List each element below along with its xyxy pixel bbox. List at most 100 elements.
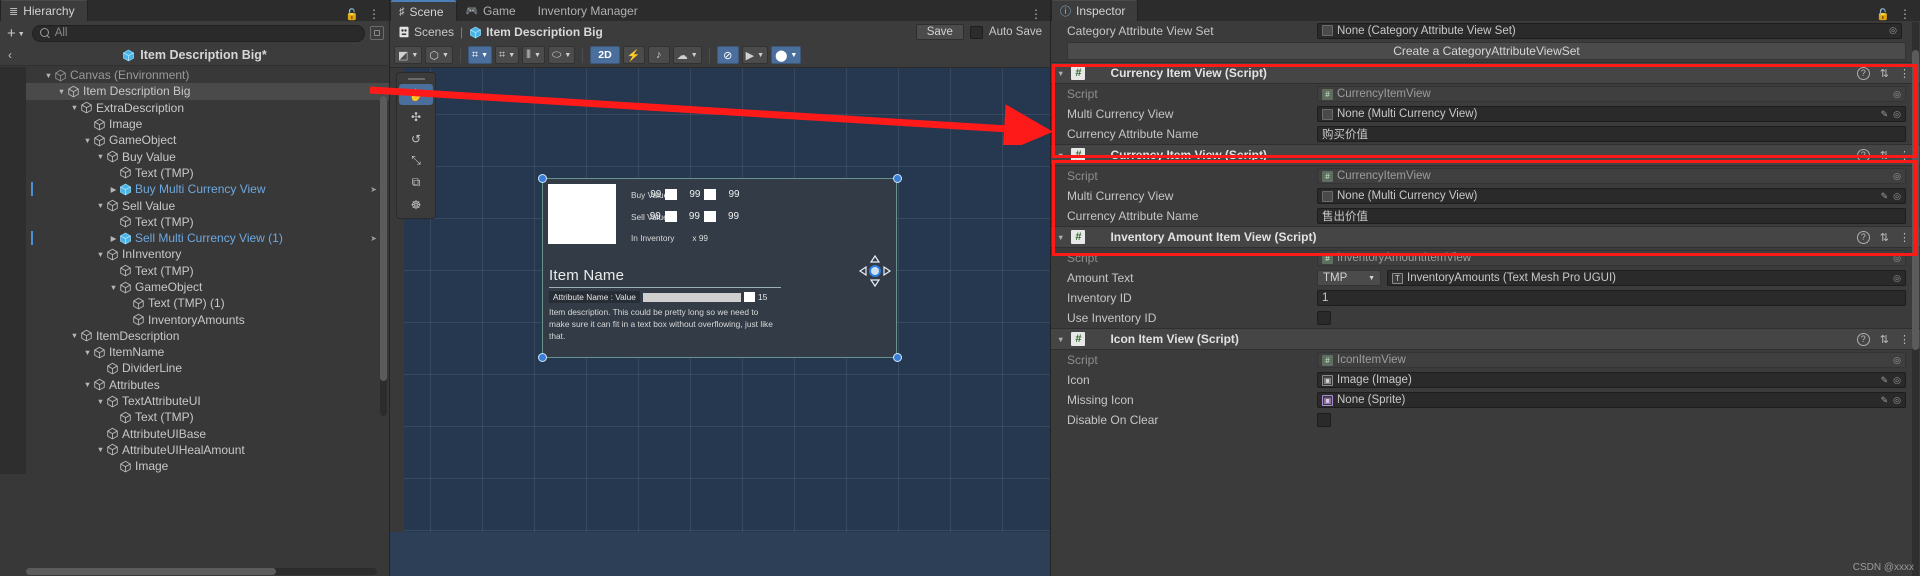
hidden-objects-toggle[interactable]: ⊘ bbox=[716, 46, 739, 64]
rect-handle-top-left[interactable] bbox=[538, 174, 547, 183]
hierarchy-item-gameobject[interactable]: ▼ GameObject bbox=[0, 278, 389, 296]
hierarchy-item-itemname[interactable]: ▼ ItemName bbox=[0, 344, 389, 361]
hierarchy-item-text-tmp[interactable]: Text (TMP) bbox=[0, 213, 389, 230]
create-object-button[interactable]: + ▼ bbox=[5, 25, 27, 42]
overlay-drag-handle[interactable] bbox=[407, 78, 425, 80]
tab-inspector[interactable]: ⓘ Inspector bbox=[1051, 0, 1139, 21]
object-picker-icon[interactable]: ◎ bbox=[1893, 355, 1901, 366]
hierarchy-item-image[interactable]: Image bbox=[0, 115, 389, 133]
object-picker-icon[interactable]: ◎ bbox=[1893, 89, 1901, 100]
gizmos-toggle[interactable]: ⬤ ▼ bbox=[771, 46, 802, 64]
component-tools-dropdown[interactable]: ⬭ ▼ bbox=[547, 46, 576, 64]
draw-mode-dropdown[interactable]: ◩ ▼ bbox=[394, 46, 423, 64]
object-picker-icon[interactable]: ◎ bbox=[1893, 171, 1901, 182]
rect-tool[interactable]: ⧉ bbox=[399, 172, 433, 193]
tab-hierarchy[interactable]: ≣ Hierarchy bbox=[0, 0, 88, 21]
expand-arrow[interactable]: ▼ bbox=[95, 397, 106, 406]
lock-icon[interactable]: 🔓 bbox=[345, 8, 359, 21]
rotate-tool[interactable]: ↺ bbox=[399, 128, 433, 149]
expand-arrow[interactable]: ▼ bbox=[95, 201, 106, 210]
collapse-arrow[interactable]: ▼ bbox=[1057, 233, 1064, 242]
hierarchy-item-canvas-environment[interactable]: ▼ Canvas (Environment) bbox=[0, 67, 389, 84]
kebab-menu-icon[interactable]: ⋮ bbox=[1899, 333, 1910, 346]
transform-tool[interactable]: ☸ bbox=[399, 194, 433, 215]
property-number-field[interactable]: 1 bbox=[1317, 290, 1906, 306]
object-picker-icon[interactable]: ◎ bbox=[1893, 375, 1901, 386]
object-picker-icon[interactable]: ◎ bbox=[1893, 395, 1901, 406]
chevron-down-icon[interactable]: ▼ bbox=[411, 52, 418, 59]
expand-arrow[interactable]: ▼ bbox=[69, 103, 80, 112]
edit-icon[interactable]: ✎ bbox=[1881, 395, 1889, 406]
expand-arrow[interactable]: ▼ bbox=[95, 250, 106, 259]
component-header-icon-item-view-script[interactable]: ▼ # Icon Item View (Script)? ⇅ ⋮ bbox=[1051, 328, 1920, 350]
property-object-field[interactable]: ▣ Image (Image) ✎ ◎ bbox=[1317, 372, 1906, 388]
hierarchy-horizontal-scrollbar[interactable] bbox=[26, 568, 377, 575]
preset-icon[interactable]: ⇅ bbox=[1880, 149, 1889, 162]
object-picker-icon[interactable]: ◎ bbox=[1893, 191, 1901, 202]
collapse-arrow[interactable]: ▼ bbox=[1057, 151, 1064, 160]
scene-viewport[interactable]: ✋ ✣ ↺ ⤡ ⧉ ☸ Buy Value 99 99 99 Sell Value 99 … bbox=[390, 68, 1050, 576]
expand-arrow[interactable]: ▼ bbox=[56, 87, 67, 96]
scale-tool[interactable]: ⤡ bbox=[399, 150, 433, 171]
chevron-down-icon[interactable]: ▼ bbox=[442, 52, 449, 59]
kebab-menu-icon[interactable]: ⋮ bbox=[1899, 231, 1910, 244]
hierarchy-item-dividerline[interactable]: DividerLine bbox=[0, 360, 389, 377]
property-object-field[interactable]: None (Multi Currency View) ✎ ◎ bbox=[1317, 106, 1906, 122]
back-button[interactable]: ‹ bbox=[8, 48, 12, 62]
edit-icon[interactable]: ✎ bbox=[1881, 191, 1889, 202]
property-checkbox[interactable] bbox=[1317, 413, 1331, 427]
expand-arrow[interactable]: ▼ bbox=[82, 380, 93, 389]
hierarchy-item-image[interactable]: Image bbox=[0, 458, 389, 475]
scrollbar-thumb[interactable] bbox=[380, 96, 387, 381]
tab-inventory-manager[interactable]: Inventory Manager bbox=[528, 0, 651, 21]
camera-dropdown[interactable]: ▶ ▼ bbox=[741, 46, 769, 64]
field-icons[interactable]: ◎ bbox=[1893, 89, 1901, 100]
property-object-field[interactable]: ▣ None (Sprite) ✎ ◎ bbox=[1317, 392, 1906, 408]
field-icons[interactable]: ✎ ◎ bbox=[1881, 109, 1901, 120]
chevron-down-icon[interactable]: ▼ bbox=[790, 52, 797, 59]
hierarchy-item-attributeuibase[interactable]: AttributeUIBase bbox=[0, 425, 389, 442]
move-gizmo-center[interactable] bbox=[869, 265, 881, 277]
create-category-attribute-view-set-button[interactable]: Create a CategoryAttributeViewSet bbox=[1067, 42, 1906, 60]
object-picker-icon[interactable]: ◎ bbox=[1893, 253, 1901, 264]
hierarchy-item-buy-multi-currency-view[interactable]: ▶ Buy Multi Currency View ➤ bbox=[0, 181, 389, 198]
property-text-field[interactable]: 售出价值 bbox=[1317, 208, 1906, 224]
expand-arrow[interactable]: ▼ bbox=[95, 445, 106, 454]
rect-handle-bottom-left[interactable] bbox=[538, 353, 547, 362]
save-button[interactable]: Save bbox=[915, 24, 964, 40]
collapse-arrow[interactable]: ▼ bbox=[1057, 335, 1064, 344]
help-icon[interactable]: ? bbox=[1856, 230, 1870, 244]
audio-toggle[interactable]: ♪ bbox=[647, 46, 670, 64]
object-picker-icon[interactable]: ◎ bbox=[1893, 273, 1901, 284]
component-header-currency-item-view-script[interactable]: ▼ # Currency Item View (Script)? ⇅ ⋮ bbox=[1051, 144, 1920, 166]
scenes-breadcrumb-item[interactable]: Scenes bbox=[398, 25, 454, 39]
lighting-toggle[interactable]: ⚡ bbox=[622, 46, 645, 64]
property-text-field[interactable]: 购买价值 bbox=[1317, 126, 1906, 142]
hierarchy-item-text-tmp[interactable]: Text (TMP) bbox=[0, 262, 389, 279]
snap-grid-toggle[interactable]: ⌗ ▼ bbox=[495, 46, 520, 64]
shading-mode-dropdown[interactable]: ⬡ ▼ bbox=[425, 46, 453, 64]
move-tool[interactable]: ✣ bbox=[399, 106, 433, 127]
hierarchy-item-sell-value[interactable]: ▼ Sell Value bbox=[0, 197, 389, 214]
edit-icon[interactable]: ✎ bbox=[1881, 375, 1889, 386]
hierarchy-item-buy-value[interactable]: ▼ Buy Value bbox=[0, 148, 389, 165]
search-input[interactable]: All bbox=[31, 24, 365, 42]
grid-2d-toggle[interactable]: ⌗ ▼ bbox=[467, 46, 493, 64]
hierarchy-item-text-tmp[interactable]: Text (TMP) bbox=[0, 409, 389, 426]
hierarchy-item-textattributeui[interactable]: ▼ TextAttributeUI bbox=[0, 392, 389, 410]
kebab-menu-icon[interactable]: ⋮ bbox=[1030, 7, 1042, 21]
edit-icon[interactable]: ✎ bbox=[1881, 109, 1889, 120]
effects-dropdown[interactable]: ☁ ▼ bbox=[672, 46, 702, 64]
field-icons[interactable]: ◎ bbox=[1893, 171, 1901, 182]
hierarchy-item-itemdescription[interactable]: ▼ ItemDescription bbox=[0, 327, 389, 345]
expand-arrow[interactable]: ▶ bbox=[108, 185, 119, 194]
hierarchy-tree[interactable]: ▼ Canvas (Environment) ▼ Item Description B… bbox=[0, 66, 389, 576]
scrollbar-thumb[interactable] bbox=[26, 568, 276, 575]
scene-view-toolbar[interactable]: ◩ ▼ ⬡ ▼ ⌗ ▼ ⌗ ▼ ⦀ ▼ ⬭ ▼ 2D ⚡ ♪ ☁ ▼ ⊘ ▶ ▼ ⬤ ▼ bbox=[390, 43, 1050, 68]
help-icon[interactable]: ? bbox=[1856, 66, 1870, 80]
help-icon[interactable]: ? bbox=[1856, 148, 1870, 162]
expand-panel-icon[interactable] bbox=[370, 26, 384, 40]
scrollbar-thumb[interactable] bbox=[1912, 50, 1919, 350]
property-object-field[interactable]: T InventoryAmounts (Text Mesh Pro UGUI) ◎ bbox=[1387, 270, 1906, 286]
rect-handle-top-right[interactable] bbox=[893, 174, 902, 183]
